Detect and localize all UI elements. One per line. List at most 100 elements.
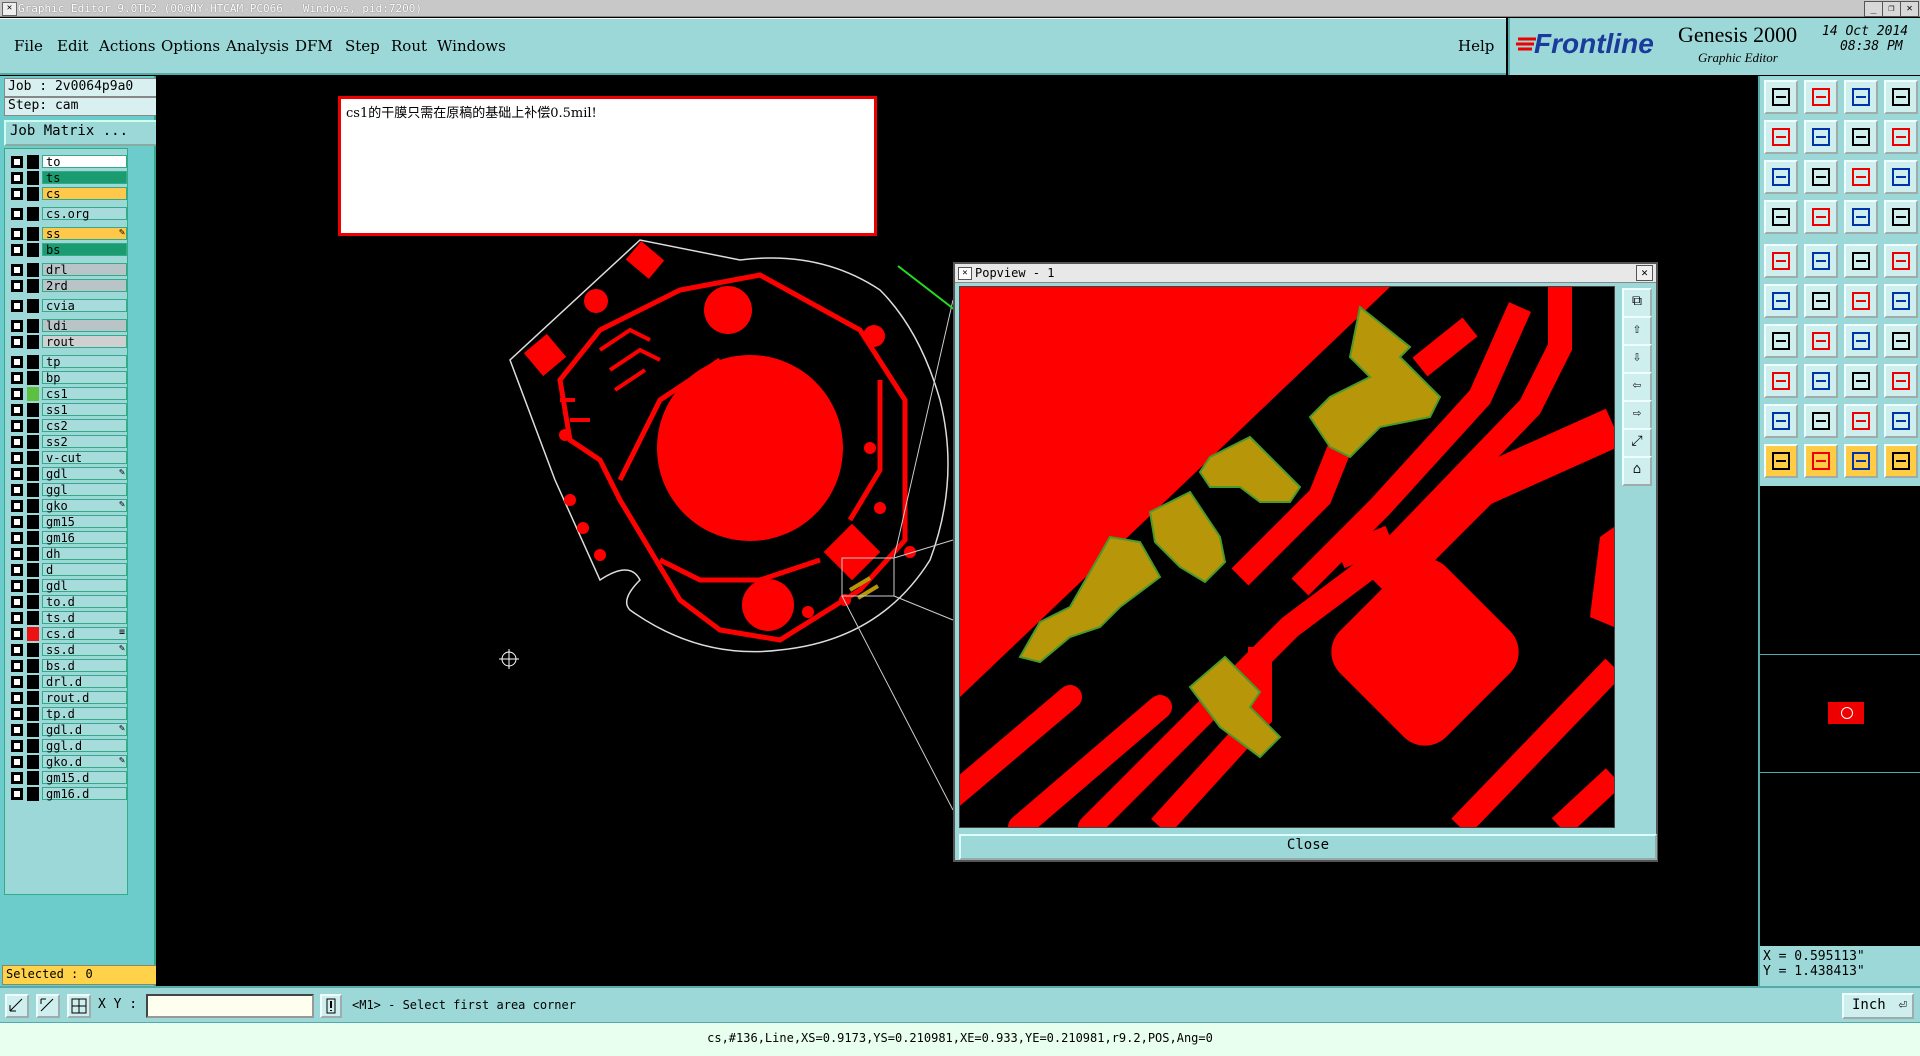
layer-name[interactable]: cs.d (42, 627, 127, 641)
layer-row[interactable]: drl.d (5, 675, 127, 689)
menu-step[interactable]: Step (345, 37, 380, 55)
layer-name[interactable]: gdl.d (42, 723, 127, 737)
layer-name[interactable]: ss2 (42, 435, 127, 449)
layer-color-swatch[interactable] (27, 691, 39, 705)
layer-name[interactable]: ts.d (42, 611, 127, 625)
layer-checkbox[interactable] (11, 264, 23, 276)
layer-checkbox[interactable] (11, 788, 23, 800)
overview-panel[interactable] (1758, 486, 1920, 946)
menu-actions[interactable]: Actions (99, 37, 155, 55)
layer-checkbox[interactable] (11, 500, 23, 512)
layer-color-swatch[interactable] (27, 483, 39, 497)
layer-color-swatch[interactable] (27, 627, 39, 641)
layer-row[interactable]: gdl ✎ (5, 467, 127, 481)
layer-row[interactable]: gm15.d (5, 771, 127, 785)
popview-titlebar[interactable]: ✕ Popview - 1 ✕ (955, 264, 1656, 283)
layer-name[interactable]: cvia (42, 299, 127, 313)
layer-checkbox[interactable] (11, 628, 23, 640)
layer-name[interactable]: to (42, 155, 127, 169)
cross-icon[interactable] (1804, 284, 1838, 318)
job-matrix-button[interactable]: Job Matrix ... (4, 120, 160, 146)
layer-checkbox[interactable] (11, 596, 23, 608)
layer-name[interactable]: ss.d (42, 643, 127, 657)
layer-color-swatch[interactable] (27, 499, 39, 513)
menu-file[interactable]: File (14, 37, 43, 55)
layer-name[interactable]: ss (42, 227, 127, 241)
layer-checkbox[interactable] (11, 388, 23, 400)
layer-row[interactable]: v-cut (5, 451, 127, 465)
layer-color-swatch[interactable] (27, 155, 39, 169)
layer-color-swatch[interactable] (27, 419, 39, 433)
layer-row[interactable]: d (5, 563, 127, 577)
zoom-fit-icon[interactable] (1764, 160, 1798, 194)
layer-row[interactable]: ggl.d (5, 739, 127, 753)
popview-pan-up-icon[interactable]: ⇧ (1622, 316, 1652, 346)
popview-close-icon[interactable]: ✕ (1636, 265, 1653, 281)
layer-color-swatch[interactable] (27, 263, 39, 277)
layer-row[interactable]: drl (5, 263, 127, 277)
layer-row[interactable]: gko.d ✎ (5, 755, 127, 769)
layer-checkbox[interactable] (11, 372, 23, 384)
redo-view-icon[interactable] (1884, 120, 1918, 154)
layer-name[interactable]: drl.d (42, 675, 127, 689)
layer-checkbox[interactable] (11, 208, 23, 220)
layer-name[interactable]: bs.d (42, 659, 127, 673)
layer-color-swatch[interactable] (27, 279, 39, 293)
mark-alt-icon[interactable] (1884, 404, 1918, 438)
layer-row[interactable]: cs (5, 187, 127, 201)
layer-row[interactable]: cs.d ≡ (5, 627, 127, 641)
camera-icon[interactable] (1764, 244, 1798, 278)
layer-row[interactable]: rout (5, 335, 127, 349)
layer-row[interactable]: gm16 (5, 531, 127, 545)
layer-checkbox[interactable] (11, 564, 23, 576)
layer-name[interactable]: bs (42, 243, 127, 257)
layer-name[interactable]: gm15.d (42, 771, 127, 785)
popview-zoom-icon[interactable]: ⧉ (1622, 288, 1652, 318)
layer-name[interactable]: cs.org (42, 207, 127, 221)
layer-name[interactable]: ldi (42, 319, 127, 333)
layer-checkbox[interactable] (11, 300, 23, 312)
layer-checkbox[interactable] (11, 356, 23, 368)
query-icon[interactable] (1884, 160, 1918, 194)
measure-icon[interactable] (1844, 244, 1878, 278)
layer-row[interactable]: to.d (5, 595, 127, 609)
menu-options[interactable]: Options (161, 37, 220, 55)
layer-checkbox[interactable] (11, 532, 23, 544)
layer-name[interactable]: ggl (42, 483, 127, 497)
layer-checkbox[interactable] (11, 420, 23, 432)
layer-checkbox[interactable] (11, 404, 23, 416)
layer-name[interactable]: ss1 (42, 403, 127, 417)
layer-checkbox[interactable] (11, 724, 23, 736)
layer-name[interactable]: v-cut (42, 451, 127, 465)
zoom-home-icon[interactable] (1804, 160, 1838, 194)
layer-color-swatch[interactable] (27, 595, 39, 609)
triangle-icon[interactable] (1764, 404, 1798, 438)
layer-checkbox[interactable] (11, 660, 23, 672)
layer-color-swatch[interactable] (27, 739, 39, 753)
layers-icon[interactable] (1844, 200, 1878, 234)
layer-name[interactable]: cs2 (42, 419, 127, 433)
mark-icon[interactable] (1844, 404, 1878, 438)
layer-row[interactable]: dh (5, 547, 127, 561)
layer-checkbox[interactable] (11, 280, 23, 292)
layer-checkbox[interactable] (11, 612, 23, 624)
layer-row[interactable]: ggl (5, 483, 127, 497)
layer-checkbox[interactable] (11, 740, 23, 752)
grid-icon[interactable] (67, 994, 91, 1018)
menu-analysis[interactable]: Analysis (226, 37, 289, 55)
minus-icon[interactable] (1804, 364, 1838, 398)
layer-row[interactable]: cs2 (5, 419, 127, 433)
slash-icon[interactable] (1804, 324, 1838, 358)
layer-row[interactable]: 2rd (5, 279, 127, 293)
layer-color-swatch[interactable] (27, 403, 39, 417)
layer-color-swatch[interactable] (27, 515, 39, 529)
minimize-button[interactable]: _ (1864, 1, 1883, 17)
layer-row[interactable]: ss2 (5, 435, 127, 449)
layer-name[interactable]: tp.d (42, 707, 127, 721)
layer-row[interactable]: gko ✎ (5, 499, 127, 513)
layer-color-swatch[interactable] (27, 547, 39, 561)
text-icon[interactable] (1804, 404, 1838, 438)
layer-name[interactable]: gm16 (42, 531, 127, 545)
cursor-select-icon[interactable] (1844, 444, 1878, 478)
layer-name[interactable]: cs (42, 187, 127, 201)
